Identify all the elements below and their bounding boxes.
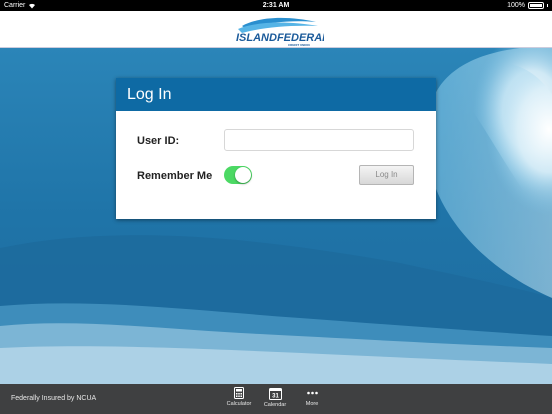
tab-calculator-label: Calculator [226,401,252,407]
battery-tip [547,4,548,7]
remember-me-label: Remember Me [137,170,213,182]
tab-more[interactable]: More [294,387,330,413]
ncua-notice: Federally Insured by NCUA [11,395,97,402]
login-button[interactable]: Log In [359,165,414,185]
calendar-day: 31 [272,394,279,400]
logo-text-main: ISLANDFEDERAL [236,32,324,44]
calendar-icon: 31 [268,388,282,400]
tab-calendar-label: Calendar [263,402,287,408]
tab-calculator[interactable]: Calculator [221,387,257,413]
tab-calendar[interactable]: 31 Calendar [257,387,293,413]
more-dots-icon [306,391,318,395]
status-time: 2:31 AM [262,2,290,9]
bottom-bar: Federally Insured by NCUA Calculator 31 … [0,384,552,414]
island-federal-logo: ISLANDFEDERAL CREDIT UNION [236,17,324,47]
status-right: 100% [507,0,548,11]
logo-text-sub: CREDIT UNION [288,43,310,47]
battery-percent: 100% [507,2,525,9]
battery-icon [528,2,544,9]
status-bar: Carrier 2:31 AM 100% [0,0,552,11]
login-panel: Log In User ID: Remember Me Log In [116,78,436,219]
login-title: Log In [116,78,436,111]
app-header: ISLANDFEDERAL CREDIT UNION [0,11,552,48]
user-id-label: User ID: [137,135,180,147]
user-id-input[interactable] [224,129,414,151]
toggle-knob [235,167,251,183]
remember-me-toggle[interactable] [224,166,252,184]
calculator-icon [234,387,244,399]
tab-more-label: More [305,401,319,407]
